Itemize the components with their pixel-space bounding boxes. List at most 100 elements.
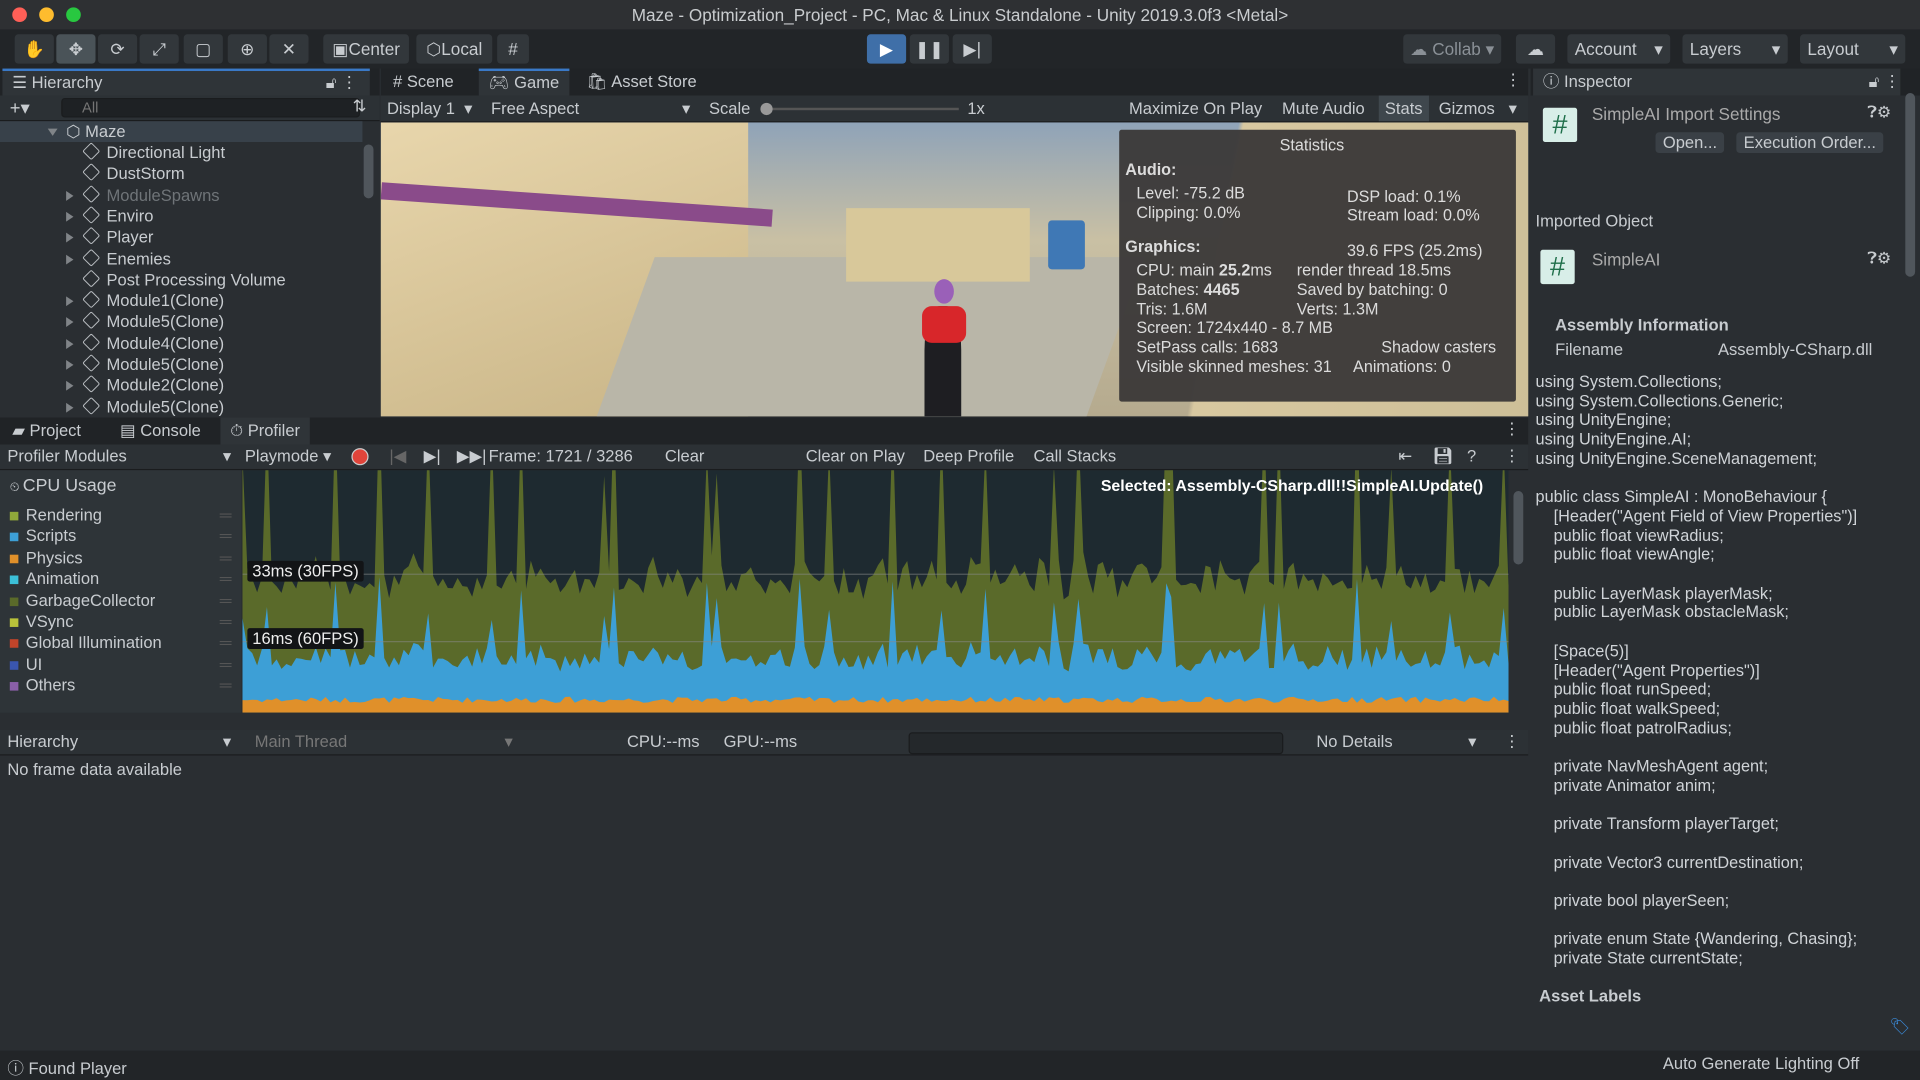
rect-tool-button[interactable]: ▢ [183, 34, 223, 64]
hierarchy-item[interactable]: Directional Light [0, 142, 225, 163]
profiler-category[interactable]: Rendering ═ [9, 504, 237, 525]
custom-tool-button[interactable]: ✕ [269, 34, 309, 64]
hierarchy-item[interactable]: Module4(Clone) [0, 332, 224, 354]
more-options-icon[interactable]: ⋮ [1504, 420, 1521, 440]
cpu-usage-module[interactable]: ⏲ CPU Usage Rendering ═ Scripts ═ Physics ═ An… [0, 470, 242, 713]
pivot-center-button[interactable]: ▣Center [323, 34, 409, 64]
aspect-dropdown[interactable]: Free Aspect ▾ [491, 99, 693, 117]
hierarchy-item[interactable]: Player [0, 226, 153, 248]
expand-arrow-icon[interactable] [66, 211, 74, 222]
step-button[interactable]: ▶| [952, 34, 992, 64]
tag-icon[interactable]: 🏷︎ [1889, 1018, 1910, 1038]
pivot-local-button[interactable]: ⬡Local [416, 34, 493, 64]
expand-arrow-icon[interactable] [66, 360, 74, 370]
maximize-on-play-toggle[interactable]: Maximize On Play [1129, 99, 1262, 117]
layout-dropdown[interactable]: Layout ▾ [1800, 34, 1906, 64]
collab-dropdown[interactable]: ☁ Collab ▾ [1403, 34, 1502, 64]
first-frame-button[interactable]: |◀ [389, 447, 406, 467]
last-frame-button[interactable]: ▶▶| [457, 447, 487, 467]
execution-order-button[interactable]: Execution Order... [1736, 132, 1884, 154]
more-options-icon[interactable]: ⋮ [1504, 732, 1521, 752]
tab-profiler[interactable]: ⏱︎ Profiler [220, 417, 310, 445]
clear-button[interactable]: Clear [665, 447, 705, 465]
expand-arrow-icon[interactable] [66, 296, 74, 307]
hierarchy-item[interactable]: ModuleSpawns [0, 184, 220, 205]
expand-arrow-icon[interactable] [66, 338, 74, 349]
gizmos-dropdown[interactable]: Gizmos ▾ [1439, 99, 1517, 119]
create-button[interactable]: +▾ [10, 97, 30, 119]
profiler-scrollbar[interactable] [1513, 491, 1524, 565]
move-tool-button[interactable]: ✥ [56, 34, 96, 64]
tab-asset-store[interactable]: 🛍︎ Asset Store [577, 69, 707, 96]
tab-console[interactable]: ▤ Console [110, 418, 210, 445]
tab-game[interactable]: 🎮︎ Game [478, 68, 569, 96]
tab-scene[interactable]: # Scene [383, 69, 463, 96]
rotate-tool-button[interactable]: ⟳ [97, 34, 138, 64]
pause-button[interactable]: ❚❚ [909, 34, 949, 64]
inspector-scrollbar[interactable] [1905, 93, 1916, 277]
grid-snap-button[interactable]: # [497, 34, 529, 64]
save-icon[interactable]: 💾︎ [1433, 447, 1454, 467]
minimize-window-button[interactable] [39, 7, 54, 23]
profiler-modules-dropdown[interactable]: Profiler Modules ▾ [7, 447, 235, 465]
play-button[interactable]: ▶ [866, 34, 907, 64]
profiler-category[interactable]: GarbageCollector ═ [9, 590, 237, 611]
cpu-usage-graph[interactable] [242, 470, 1509, 713]
profiler-category[interactable]: Physics ═ [9, 547, 237, 568]
hierarchy-search-input[interactable] [61, 97, 361, 118]
hand-tool-button[interactable]: ✋ [14, 34, 54, 64]
more-options-icon[interactable]: ⋮ [1505, 71, 1522, 91]
profiler-category[interactable]: Others ═ [9, 675, 237, 696]
clear-on-play-toggle[interactable]: Clear on Play [806, 447, 905, 465]
settings-icon[interactable]: ❓︎⚙ [1867, 249, 1891, 269]
hierarchy-item[interactable]: Module5(Clone) [0, 396, 224, 417]
expand-arrow-icon[interactable] [66, 190, 74, 201]
load-icon[interactable]: ⇤ [1398, 447, 1412, 467]
hierarchy-item[interactable]: Post Processing Volume [0, 269, 286, 290]
maximize-window-button[interactable] [66, 7, 81, 23]
cloud-button[interactable]: ☁ [1515, 34, 1556, 64]
tab-inspector[interactable]: ⓘ Inspector 🔓︎ ⋮ [1533, 68, 1901, 96]
expand-arrow-icon[interactable] [66, 254, 74, 264]
hierarchy-item[interactable]: Module5(Clone) [0, 354, 224, 375]
lock-icon[interactable]: 🔓︎ ⋮ [326, 71, 358, 95]
transform-tool-button[interactable]: ⊕ [227, 34, 267, 64]
view-dropdown[interactable]: Hierarchy ▾ [7, 732, 235, 750]
thread-dropdown[interactable]: Main Thread ▾ [255, 732, 517, 750]
mute-audio-toggle[interactable]: Mute Audio [1282, 99, 1365, 117]
layers-dropdown[interactable]: Layers ▾ [1682, 34, 1788, 64]
call-stacks-toggle[interactable]: Call Stacks [1033, 447, 1116, 465]
hierarchy-item[interactable]: Module5(Clone) [0, 311, 224, 332]
playmode-dropdown[interactable]: Playmode ▾ [245, 447, 331, 467]
profiler-category[interactable]: Animation ═ [9, 568, 237, 589]
account-dropdown[interactable]: Account ▾ [1567, 34, 1671, 64]
stats-toggle[interactable]: Stats [1378, 95, 1429, 122]
hierarchy-item[interactable]: Module2(Clone) [0, 375, 224, 396]
scale-slider-handle[interactable] [760, 102, 773, 116]
tab-project[interactable]: ▰ Project [2, 418, 90, 445]
tab-hierarchy[interactable]: ☰ Hierarchy 🔓︎ ⋮ [2, 68, 370, 96]
close-window-button[interactable] [12, 7, 27, 23]
expand-arrow-icon[interactable] [66, 381, 74, 391]
scene-root-maze[interactable]: ⬡ Maze [0, 121, 363, 143]
profiler-search-input[interactable] [908, 732, 1284, 755]
next-frame-button[interactable]: ▶| [424, 447, 441, 467]
help-icon[interactable]: ? [1467, 447, 1476, 465]
hierarchy-item[interactable]: Module1(Clone) [0, 290, 224, 311]
details-dropdown[interactable]: No Details ▾ [1316, 732, 1476, 750]
lock-icon[interactable]: 🔓︎ ⋮ [1869, 69, 1901, 96]
expand-arrow-icon[interactable] [66, 317, 74, 328]
scale-tool-button[interactable]: ⤢ [139, 34, 179, 64]
profiler-category[interactable]: Scripts ═ [9, 526, 237, 547]
hierarchy-item[interactable]: Enviro [0, 205, 153, 227]
hierarchy-scrollbar[interactable] [363, 144, 374, 199]
scale-slider[interactable] [760, 102, 959, 116]
hierarchy-item[interactable]: Enemies [0, 248, 171, 269]
more-options-icon[interactable]: ⋮ [1504, 447, 1521, 467]
expand-arrow-icon[interactable] [66, 402, 74, 413]
profiler-category[interactable]: VSync ═ [9, 611, 237, 632]
expand-arrow-icon[interactable] [66, 232, 74, 243]
deep-profile-toggle[interactable]: Deep Profile [923, 447, 1014, 465]
open-button[interactable]: Open... [1655, 132, 1725, 154]
record-button[interactable] [351, 448, 369, 466]
